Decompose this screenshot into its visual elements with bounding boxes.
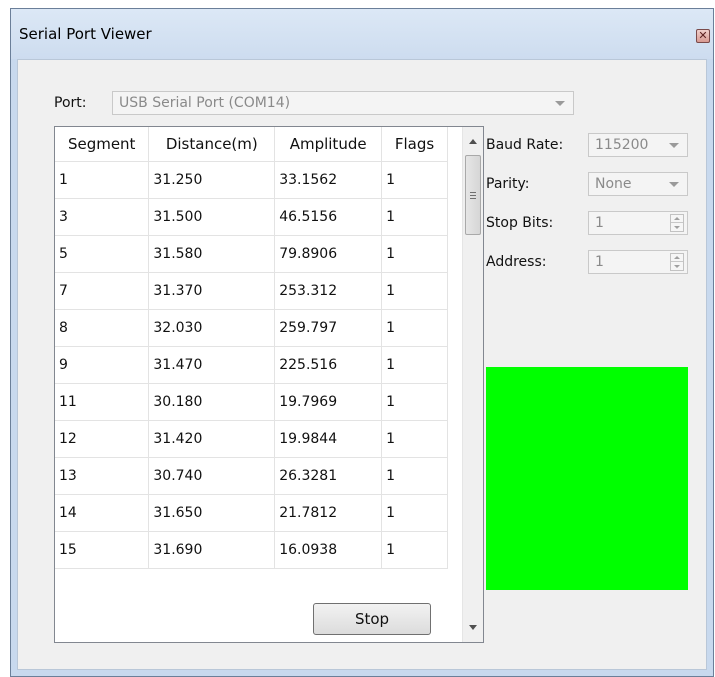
cell-segment: 3 [55, 198, 150, 236]
cell-distance: 31.470 [148, 346, 276, 384]
cell-segment: 15 [55, 531, 150, 569]
cell-segment: 5 [55, 235, 150, 273]
spinner-icon[interactable] [670, 214, 684, 232]
cell-distance: 31.370 [148, 272, 276, 310]
cell-segment: 8 [55, 309, 150, 347]
cell-flags: 1 [381, 457, 448, 495]
table-row[interactable]: 3 31.500 46.5156 1 [55, 198, 448, 236]
cell-flags: 1 [381, 346, 448, 384]
cell-distance: 30.740 [148, 457, 276, 495]
cell-amplitude: 21.7812 [274, 494, 383, 532]
cell-segment: 14 [55, 494, 150, 532]
port-value: USB Serial Port (COM14) [119, 95, 291, 111]
cell-amplitude: 16.0938 [274, 531, 383, 569]
scroll-down-icon[interactable] [469, 625, 477, 630]
cell-segment: 9 [55, 346, 150, 384]
cell-distance: 31.250 [148, 161, 276, 199]
parity-label: Parity: [486, 176, 530, 192]
cell-flags: 1 [381, 235, 448, 273]
cell-distance: 31.650 [148, 494, 276, 532]
stop-bits-label: Stop Bits: [486, 215, 554, 231]
spinner-icon[interactable] [670, 253, 684, 271]
cell-flags: 1 [381, 420, 448, 458]
address-label: Address: [486, 254, 547, 270]
cell-flags: 1 [381, 272, 448, 310]
cell-distance: 31.580 [148, 235, 276, 273]
header-amplitude[interactable]: Amplitude [274, 127, 383, 162]
table-row[interactable]: 8 32.030 259.797 1 [55, 309, 448, 347]
data-table[interactable]: Segment Distance(m) Amplitude Flags 1 31… [54, 126, 484, 643]
cell-amplitude: 46.5156 [274, 198, 383, 236]
port-label: Port: [54, 95, 87, 111]
cell-flags: 1 [381, 494, 448, 532]
cell-flags: 1 [381, 531, 448, 569]
scroll-up-icon[interactable] [469, 139, 477, 144]
header-segment[interactable]: Segment [55, 127, 150, 162]
cell-amplitude: 26.3281 [274, 457, 383, 495]
address-value: 1 [595, 254, 604, 270]
cell-segment: 13 [55, 457, 150, 495]
cell-distance: 31.420 [148, 420, 276, 458]
close-icon[interactable]: ✕ [696, 29, 710, 43]
table-scrollbar[interactable] [462, 127, 483, 642]
status-indicator [486, 367, 688, 590]
title-bar: Serial Port Viewer ✕ [11, 9, 713, 59]
table-row[interactable]: 5 31.580 79.8906 1 [55, 235, 448, 273]
cell-amplitude: 79.8906 [274, 235, 383, 273]
serial-port-viewer-window: Serial Port Viewer ✕ Port: USB Serial Po… [10, 8, 714, 677]
cell-segment: 1 [55, 161, 150, 199]
table-row[interactable]: 13 30.740 26.3281 1 [55, 457, 448, 495]
scroll-thumb[interactable] [465, 155, 481, 235]
table-row[interactable]: 1 31.250 33.1562 1 [55, 161, 448, 199]
client-area: Port: USB Serial Port (COM14) Segment Di… [17, 59, 707, 670]
baud-rate-value: 115200 [595, 137, 649, 153]
baud-rate-label: Baud Rate: [486, 137, 564, 153]
table-row[interactable]: 12 31.420 19.9844 1 [55, 420, 448, 458]
table-row[interactable]: 9 31.470 225.516 1 [55, 346, 448, 384]
cell-flags: 1 [381, 383, 448, 421]
cell-amplitude: 19.7969 [274, 383, 383, 421]
cell-amplitude: 225.516 [274, 346, 383, 384]
cell-segment: 11 [55, 383, 150, 421]
cell-amplitude: 259.797 [274, 309, 383, 347]
header-flags[interactable]: Flags [381, 127, 448, 162]
cell-segment: 12 [55, 420, 150, 458]
address-spinbox[interactable]: 1 [588, 250, 688, 274]
cell-flags: 1 [381, 309, 448, 347]
stop-bits-spinbox[interactable]: 1 [588, 211, 688, 235]
cell-segment: 7 [55, 272, 150, 310]
stop-button[interactable]: Stop [313, 603, 431, 635]
cell-amplitude: 33.1562 [274, 161, 383, 199]
cell-amplitude: 253.312 [274, 272, 383, 310]
table-header-row: Segment Distance(m) Amplitude Flags [55, 127, 448, 162]
cell-distance: 32.030 [148, 309, 276, 347]
table-row[interactable]: 11 30.180 19.7969 1 [55, 383, 448, 421]
window-title: Serial Port Viewer [19, 25, 152, 43]
parity-value: None [595, 176, 632, 192]
parity-dropdown[interactable]: None [588, 172, 688, 196]
chevron-down-icon [555, 101, 565, 106]
cell-amplitude: 19.9844 [274, 420, 383, 458]
chevron-down-icon [669, 143, 679, 148]
table-row[interactable]: 7 31.370 253.312 1 [55, 272, 448, 310]
cell-distance: 31.500 [148, 198, 276, 236]
baud-rate-dropdown[interactable]: 115200 [588, 133, 688, 157]
table-row[interactable]: 15 31.690 16.0938 1 [55, 531, 448, 569]
header-distance[interactable]: Distance(m) [148, 127, 276, 162]
port-dropdown[interactable]: USB Serial Port (COM14) [112, 91, 574, 115]
cell-distance: 31.690 [148, 531, 276, 569]
cell-flags: 1 [381, 198, 448, 236]
cell-distance: 30.180 [148, 383, 276, 421]
table-row[interactable]: 14 31.650 21.7812 1 [55, 494, 448, 532]
chevron-down-icon [669, 182, 679, 187]
cell-flags: 1 [381, 161, 448, 199]
stop-bits-value: 1 [595, 215, 604, 231]
